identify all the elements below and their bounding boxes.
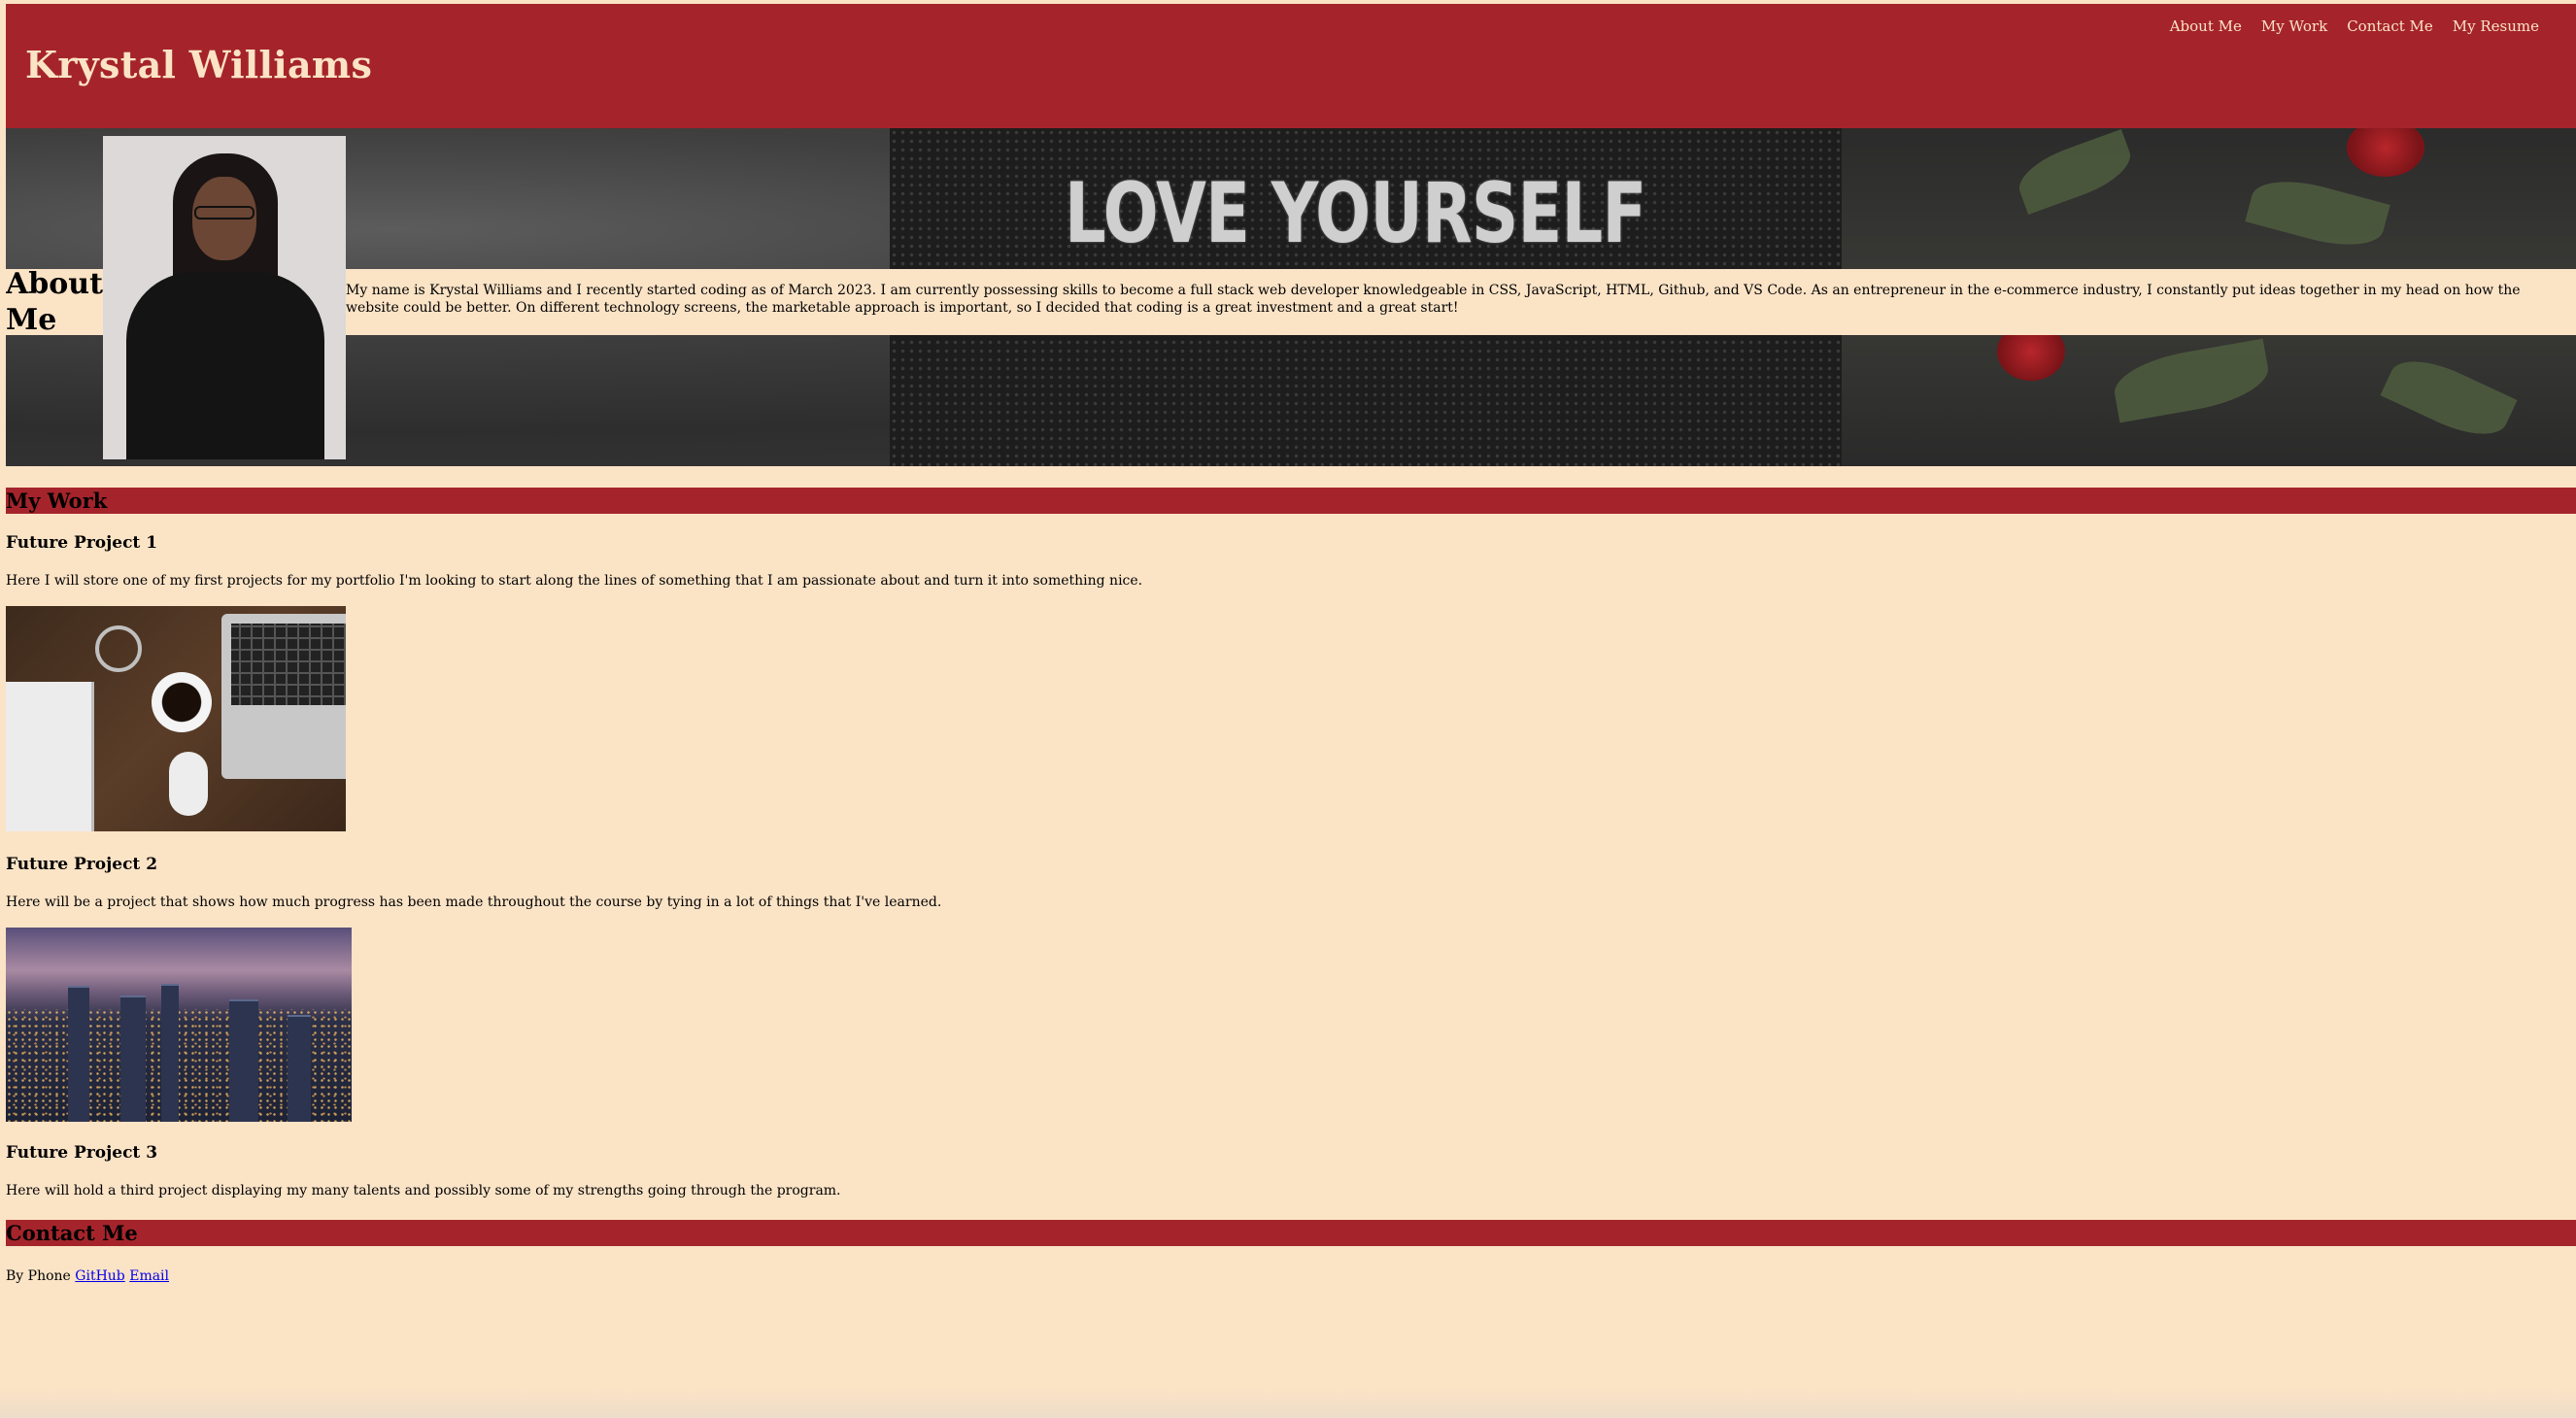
nav-my-resume[interactable]: My Resume (2453, 17, 2539, 35)
github-link[interactable]: GitHub (75, 1268, 124, 1284)
main-nav: About Me My Work Contact Me My Resume (2170, 17, 2539, 35)
project-1-title: Future Project 1 (6, 533, 158, 553)
bottom-fade (0, 1389, 2576, 1418)
page-frame: Krystal Williams About Me My Work Contac… (6, 4, 2576, 1418)
project-1-text: Here I will store one of my first projec… (6, 573, 1143, 589)
love-yourself-banner-text: LOVE YOURSELF (1065, 165, 1646, 262)
nav-about-me[interactable]: About Me (2170, 17, 2242, 35)
email-link[interactable]: Email (129, 1268, 169, 1284)
site-title: Krystal Williams (25, 43, 373, 86)
contact-heading: Contact Me (6, 1221, 138, 1245)
page: { "header": { "title": "Krystal Williams… (0, 0, 2576, 1418)
project-1-image (6, 606, 346, 831)
project-3-title: Future Project 3 (6, 1143, 158, 1163)
contact-section-bar: Contact Me (6, 1220, 2576, 1246)
about-title: About Me (6, 267, 103, 337)
project-3-text: Here will hold a third project displayin… (6, 1183, 841, 1199)
nav-my-work[interactable]: My Work (2261, 17, 2327, 35)
about-hero: LOVE YOURSELF About Me My name is Krysta… (6, 128, 2576, 466)
site-header: Krystal Williams About Me My Work Contac… (6, 4, 2576, 128)
project-2-text: Here will be a project that shows how mu… (6, 895, 942, 910)
my-work-section-bar: My Work (6, 488, 2576, 514)
my-work-heading: My Work (6, 489, 108, 513)
about-text: My name is Krystal Williams and I recent… (346, 283, 2521, 316)
contact-line: By Phone GitHub Email (6, 1268, 169, 1284)
project-2-image (6, 928, 352, 1122)
profile-photo (103, 136, 346, 459)
nav-contact-me[interactable]: Contact Me (2347, 17, 2433, 35)
contact-phone-label: By Phone (6, 1268, 71, 1284)
project-2-title: Future Project 2 (6, 855, 158, 874)
